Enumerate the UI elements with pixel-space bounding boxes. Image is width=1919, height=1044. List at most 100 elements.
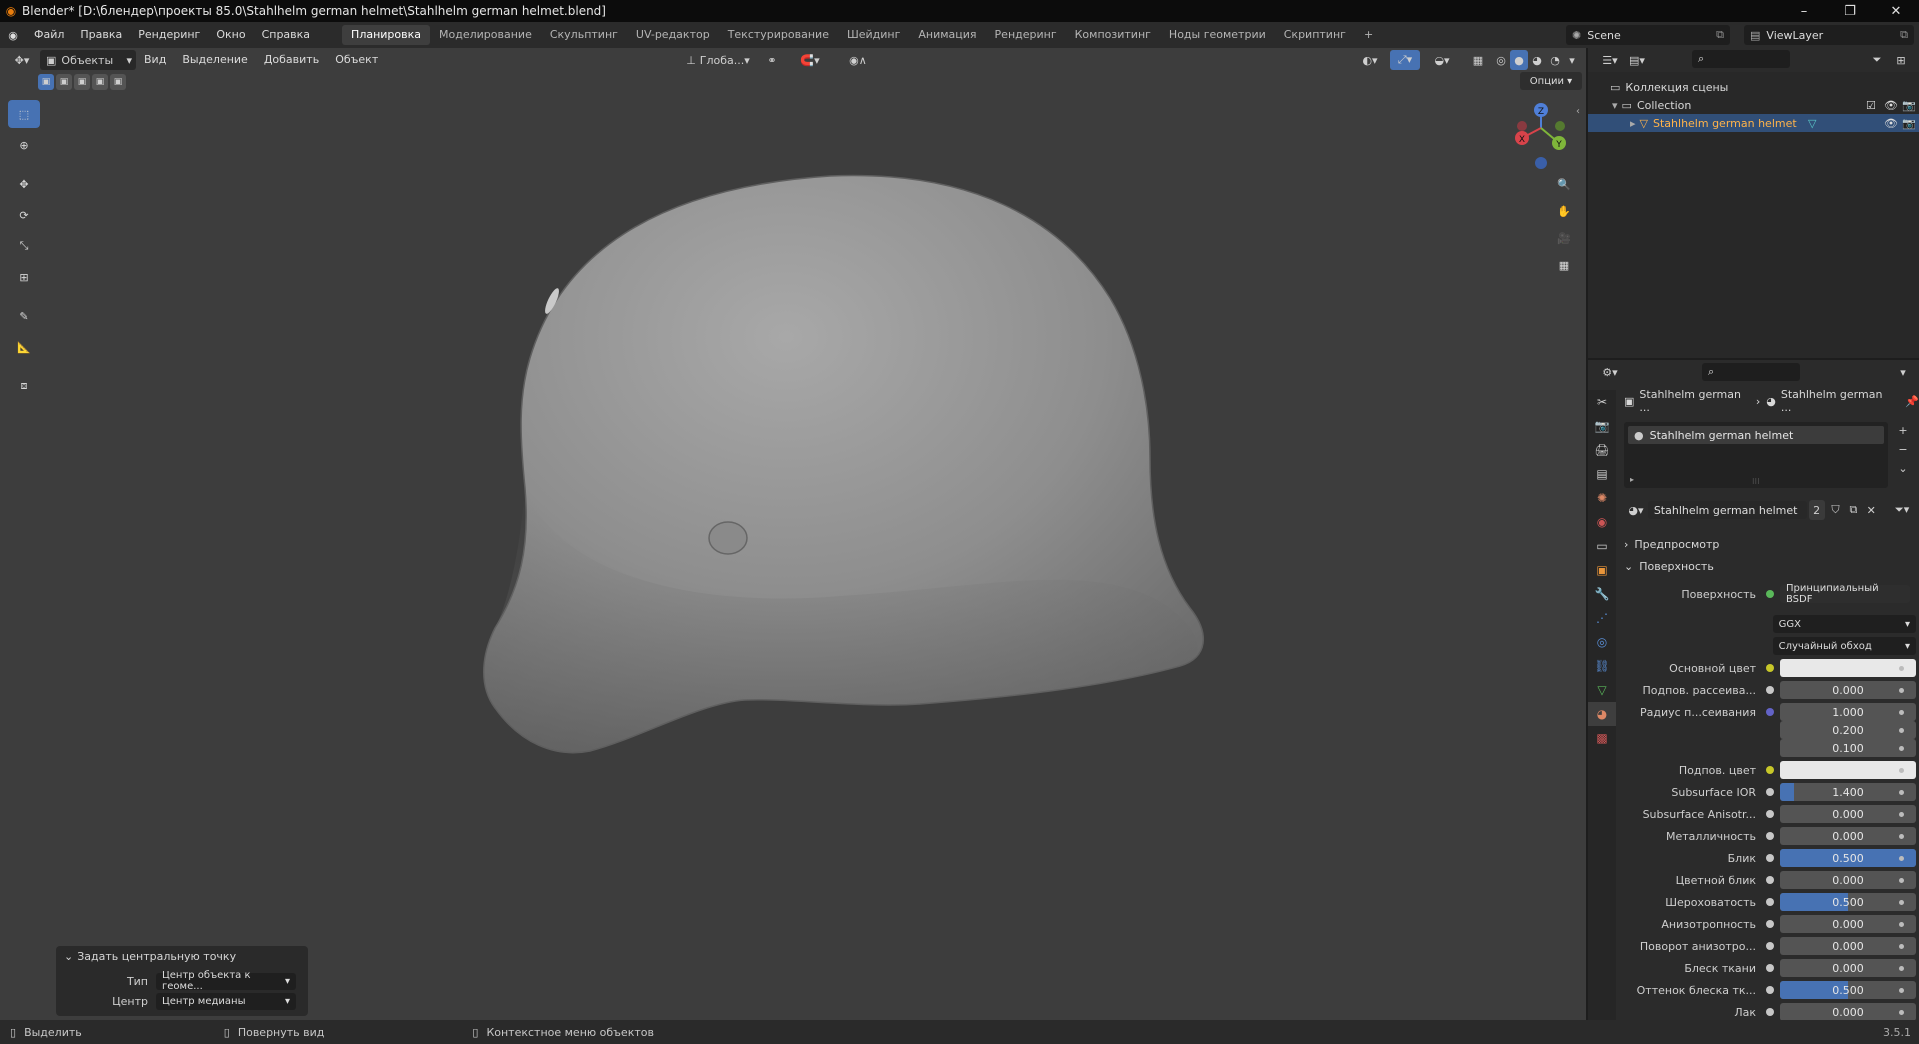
value-slider[interactable]: 0.000	[1780, 959, 1916, 977]
tab-rendering[interactable]: Рендеринг	[986, 25, 1066, 45]
shading-wireframe-icon[interactable]: ◎	[1492, 50, 1510, 70]
select-intersect-icon[interactable]: ▣	[110, 74, 126, 90]
texture-tab-icon[interactable]: ▩	[1588, 726, 1616, 750]
mode-selector[interactable]: ▣ Объекты ▾	[40, 50, 136, 70]
tab-layout[interactable]: Планировка	[342, 25, 431, 45]
input-socket-icon[interactable]	[1766, 964, 1774, 972]
3d-viewport[interactable]: Z X Y	[0, 48, 1586, 1020]
menu-edit[interactable]: Правка	[72, 22, 130, 48]
constraints-tab-icon[interactable]: ⛓	[1588, 654, 1616, 678]
shading-rendered-icon[interactable]: ◔	[1546, 50, 1564, 70]
annotate-tool-icon[interactable]: ✎	[8, 302, 40, 330]
expand-arrow-icon[interactable]: ▾	[1612, 99, 1618, 112]
data-tab-icon[interactable]: ▽	[1588, 678, 1616, 702]
pin-icon[interactable]: 📌	[1905, 395, 1919, 408]
keyframe-dot-icon[interactable]	[1899, 965, 1904, 971]
select-subtract-icon[interactable]: ▣	[74, 74, 90, 90]
keyframe-dot-icon[interactable]	[1899, 789, 1904, 795]
input-socket-icon[interactable]	[1766, 708, 1774, 716]
tab-geometry-nodes[interactable]: Ноды геометрии	[1160, 25, 1275, 45]
minimize-button[interactable]: –	[1781, 0, 1827, 22]
overlays-icon[interactable]: ◒▾	[1430, 50, 1454, 70]
tab-modeling[interactable]: Моделирование	[430, 25, 541, 45]
color-swatch[interactable]	[1780, 761, 1916, 779]
navigation-gizmo[interactable]: Z X Y	[1515, 103, 1566, 169]
tab-scripting[interactable]: Скриптинг	[1275, 25, 1355, 45]
tree-collection[interactable]: ▾ ▭ Collection ☑ 👁 📷	[1588, 96, 1919, 114]
helmet-mesh[interactable]	[483, 174, 1204, 754]
camera-render-icon[interactable]: 📷	[1902, 117, 1916, 130]
menu-file[interactable]: Файл	[26, 22, 72, 48]
input-socket-icon[interactable]	[1766, 986, 1774, 994]
menu-select[interactable]: Выделение	[174, 47, 256, 73]
add-slot-icon[interactable]: +	[1894, 422, 1912, 438]
input-socket-icon[interactable]	[1766, 942, 1774, 950]
tool-tab-icon[interactable]: ✂	[1588, 390, 1616, 414]
select-box-tool-icon[interactable]: ⬚	[8, 100, 40, 128]
distribution-dropdown[interactable]: GGX ▾	[1772, 615, 1916, 633]
value-slider[interactable]: 0.500	[1780, 849, 1916, 867]
slot-menu-icon[interactable]: ⌄	[1894, 460, 1912, 476]
tab-uv-editing[interactable]: UV-редактор	[627, 25, 719, 45]
menu-object[interactable]: Объект	[327, 47, 386, 73]
tree-scene-collection[interactable]: ▭ Коллекция сцены	[1588, 78, 1919, 96]
node-tree-icon[interactable]: ⏷▾	[1890, 500, 1914, 520]
keyframe-dot-icon[interactable]	[1899, 855, 1904, 861]
measure-tool-icon[interactable]: 📐	[8, 333, 40, 361]
value-slider[interactable]: 0.000	[1780, 805, 1916, 823]
render-tab-icon[interactable]: 📷	[1588, 414, 1616, 438]
visibility-icon[interactable]: ◐▾	[1356, 50, 1384, 70]
select-extend-icon[interactable]: ▣	[56, 74, 72, 90]
camera-render-icon[interactable]: 📷	[1902, 99, 1916, 112]
keyframe-dot-icon[interactable]	[1899, 921, 1904, 927]
tab-animation[interactable]: Анимация	[909, 25, 985, 45]
menu-add[interactable]: Добавить	[256, 47, 327, 73]
expand-arrow-icon[interactable]: ▸	[1630, 475, 1634, 484]
material-tab-icon[interactable]: ◕	[1588, 702, 1616, 726]
input-socket-icon[interactable]	[1766, 832, 1774, 840]
viewport-canvas[interactable]: Z X Y	[0, 48, 1586, 1020]
subsurface-method-dropdown[interactable]: Случайный обход ▾	[1772, 637, 1916, 655]
select-new-icon[interactable]: ▣	[38, 74, 54, 90]
input-socket-icon[interactable]	[1766, 1008, 1774, 1016]
scale-tool-icon[interactable]: ⤡	[8, 232, 40, 260]
physics-tab-icon[interactable]: ◎	[1588, 630, 1616, 654]
add-cube-tool-icon[interactable]: ⧈	[8, 372, 40, 400]
input-socket-icon[interactable]	[1766, 810, 1774, 818]
value-slider[interactable]: 0.000	[1780, 1003, 1916, 1020]
resize-handle-icon[interactable]: ⁝⁝⁝	[1752, 477, 1760, 486]
section-preview[interactable]: › Предпросмотр	[1624, 534, 1719, 554]
editor-type-icon[interactable]: ✥▾	[8, 50, 36, 70]
keyframe-dot-icon[interactable]	[1899, 899, 1904, 905]
surface-shader-button[interactable]: Принципиальный BSDF	[1780, 583, 1910, 605]
input-socket-icon[interactable]	[1766, 788, 1774, 796]
pivot-point-icon[interactable]: ⚭	[760, 50, 784, 70]
filter-icon[interactable]: ⏷	[1866, 50, 1888, 70]
value-slider[interactable]: 0.000	[1780, 937, 1916, 955]
particles-tab-icon[interactable]: ⋰	[1588, 606, 1616, 630]
mesh-data-icon[interactable]: ▽	[1808, 117, 1816, 130]
remove-slot-icon[interactable]: −	[1894, 441, 1912, 457]
new-collection-icon[interactable]: ⊞	[1890, 50, 1912, 70]
keyframe-dot-icon[interactable]	[1899, 665, 1904, 671]
shading-material-icon[interactable]: ◕	[1528, 50, 1546, 70]
input-socket-icon[interactable]	[1766, 920, 1774, 928]
shading-solid-icon[interactable]: ●	[1510, 50, 1528, 70]
maximize-button[interactable]: ❐	[1827, 0, 1873, 22]
value-slider[interactable]: 0.200	[1780, 721, 1916, 739]
user-count[interactable]: 2	[1808, 500, 1825, 520]
color-swatch[interactable]	[1780, 659, 1916, 677]
snap-toggle-icon[interactable]: 🧲▾	[790, 50, 830, 70]
exclude-checkbox-icon[interactable]: ☑	[1866, 99, 1876, 112]
sidebar-toggle-icon[interactable]: ‹	[1576, 106, 1580, 117]
shader-socket-icon[interactable]	[1766, 590, 1774, 598]
menu-view[interactable]: Вид	[136, 47, 174, 73]
menu-window[interactable]: Окно	[208, 22, 253, 48]
duplicate-material-icon[interactable]: ⧉	[1844, 500, 1862, 520]
section-surface[interactable]: ⌄ Поверхность	[1624, 556, 1714, 576]
value-slider[interactable]: 0.100	[1780, 739, 1916, 757]
chevron-down-icon[interactable]: ▾	[1894, 362, 1912, 382]
value-slider[interactable]: 1.400	[1780, 783, 1916, 801]
transform-orientation-dropdown[interactable]: ⊥ Глоба... ▾	[682, 50, 754, 70]
input-socket-icon[interactable]	[1766, 686, 1774, 694]
